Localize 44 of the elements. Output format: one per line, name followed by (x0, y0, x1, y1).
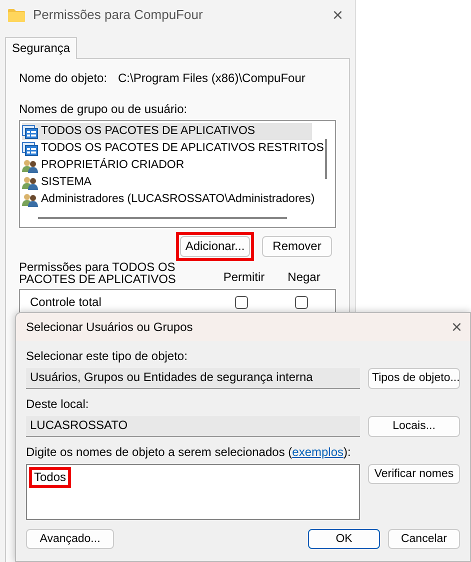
list-item[interactable]: TODOS OS PACOTES DE APLICATIVOS (22, 123, 312, 140)
checkbox[interactable] (295, 296, 308, 309)
folder-icon (8, 8, 25, 22)
link[interactable]: exemplos (292, 445, 344, 459)
list-item[interactable]: TODOS OS PACOTES DE APLICATIVOS RESTRITOS (22, 140, 324, 157)
window-title: Permissões para CompuFour (33, 6, 203, 24)
field-label: Selecionar este tipo de objeto: (26, 349, 188, 364)
permissions-label: Permissões para TODOS OS PACOTES DE APLICATIVOS (19, 261, 177, 285)
input-value: Todos (29, 467, 72, 488)
close-button[interactable]: × (447, 318, 466, 336)
field-label: Deste local: (26, 397, 90, 412)
input-field[interactable]: Todos (26, 464, 360, 520)
permission-name: Controle total (30, 295, 102, 310)
list-item[interactable]: SISTEMA (22, 174, 312, 191)
field-label: Digite os nomes de objeto a serem selecionados (exemplos): (26, 445, 352, 460)
object-path: C:\Program Files (x86)\CompuFour (118, 71, 306, 86)
read-only-field: Usuários, Grupos ou Entidades de segurança interna (26, 368, 360, 389)
scrollbar-thumb[interactable] (38, 217, 287, 219)
close-button[interactable]: × (328, 6, 347, 24)
field-label: Nomes de grupo ou de usuário: (19, 102, 188, 117)
tab[interactable]: Segurança (5, 37, 78, 59)
checkbox[interactable] (235, 296, 248, 309)
button[interactable]: Locais... (368, 416, 460, 437)
button[interactable]: Avançado... (26, 529, 114, 550)
list-item[interactable]: PROPRIETÁRIO CRIADOR (22, 157, 312, 174)
users-icon (22, 176, 38, 190)
users-icon (22, 192, 38, 206)
button[interactable]: Cancelar (388, 529, 460, 550)
group-list[interactable]: TODOS OS PACOTES DE APLICATIVOS TODOS OS PACOTES DE APLICATIVOS RESTRITOS PROPRIETÁRIO CRIADOR SISTEMA Administradores (LUCASROSSATO\Administradores) (19, 120, 336, 228)
ok-button[interactable]: OK (308, 529, 380, 550)
field-label: Nome do objeto: (19, 71, 108, 86)
column-header: Negar (286, 270, 322, 285)
users-icon (22, 158, 38, 172)
column-header: Permitir (222, 270, 266, 285)
package-icon (22, 142, 38, 156)
button[interactable]: Adicionar... (180, 236, 250, 257)
read-only-field: LUCASROSSATO (26, 416, 360, 437)
button[interactable]: Tipos de objeto... (368, 368, 460, 389)
button[interactable]: Verificar nomes (368, 464, 460, 484)
dialog-title: Selecionar Usuários ou Grupos (26, 320, 193, 334)
scrollbar-thumb[interactable] (325, 139, 327, 179)
list-item[interactable]: Administradores (LUCASROSSATO\Administradores) (22, 191, 315, 208)
package-icon (22, 124, 38, 138)
button[interactable]: Remover (262, 236, 332, 257)
